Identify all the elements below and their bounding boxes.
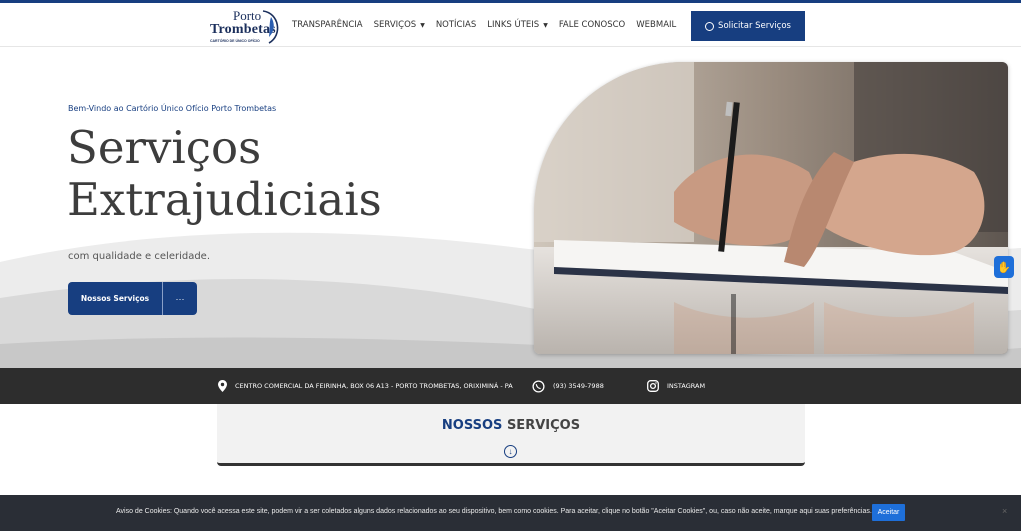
services-title-rest: SERVIÇOS xyxy=(502,418,581,433)
nav-servicos[interactable]: SERVIÇOS ▼ xyxy=(374,20,425,30)
hero-section: Bem-Vindo ao Cartório Único Ofício Porto… xyxy=(0,48,1021,368)
close-icon[interactable]: × xyxy=(1002,506,1007,516)
accessibility-hand-icon[interactable]: ✋ xyxy=(994,256,1014,278)
services-section-card: NOSSOS SERVIÇOS ↓ xyxy=(217,404,805,466)
site-logo[interactable]: Porto Trombetas CARTÓRIO DE ÚNICO OFÍCIO xyxy=(207,8,283,46)
hero-headline-line1: Serviços xyxy=(67,121,262,174)
hero-subline: com qualidade e celeridade. xyxy=(68,251,211,262)
address-item: CENTRO COMERCIAL DA FEIRINHA, BOX 06 A13… xyxy=(218,368,513,404)
hero-photo-signing xyxy=(534,62,1008,354)
chevron-down-icon: ▼ xyxy=(420,21,425,29)
solicitar-servicos-button[interactable]: Solicitar Serviços xyxy=(691,11,805,41)
arrow-down-circle-icon[interactable]: ↓ xyxy=(504,445,517,458)
main-nav: TRANSPARÊNCIA SERVIÇOS ▼ NOTÍCIAS LINKS Ú… xyxy=(292,20,687,30)
map-pin-icon xyxy=(218,380,227,392)
services-title-highlight: NOSSOS xyxy=(441,418,503,433)
site-header: Porto Trombetas CARTÓRIO DE ÚNICO OFÍCIO… xyxy=(0,3,1021,47)
nav-fale-conosco[interactable]: FALE CONOSCO xyxy=(559,20,625,30)
nav-webmail[interactable]: WEBMAIL xyxy=(636,20,676,30)
phone-item[interactable]: (93) 3549-7988 xyxy=(532,368,604,404)
nav-transparencia[interactable]: TRANSPARÊNCIA xyxy=(292,20,363,30)
cookie-notice-text: Aviso de Cookies: Quando você acessa est… xyxy=(116,508,872,515)
nossos-servicos-button[interactable]: Nossos Serviços xyxy=(68,282,162,315)
phone-text: (93) 3549-7988 xyxy=(553,382,604,390)
hero-kicker: Bem-Vindo ao Cartório Único Ofício Porto… xyxy=(68,104,277,113)
nav-links-uteis[interactable]: LINKS ÚTEIS ▼ xyxy=(487,20,548,30)
cookie-accept-button[interactable]: Aceitar xyxy=(872,504,905,521)
hero-headline: Serviços Extrajudiciais xyxy=(67,122,382,226)
instagram-icon xyxy=(647,380,659,392)
logo-quill-icon xyxy=(262,10,279,44)
hero-button-group: Nossos Serviços ··· xyxy=(68,282,197,315)
instagram-item[interactable]: INSTAGRAM xyxy=(647,368,705,404)
whatsapp-icon xyxy=(532,379,545,393)
more-button[interactable]: ··· xyxy=(163,282,197,315)
hero-headline-line2: Extrajudiciais xyxy=(67,173,382,226)
address-text: CENTRO COMERCIAL DA FEIRINHA, BOX 06 A13… xyxy=(235,382,513,390)
instagram-text: INSTAGRAM xyxy=(667,382,706,390)
nav-noticias[interactable]: NOTÍCIAS xyxy=(436,20,476,30)
cookie-banner: Aviso de Cookies: Quando você acessa est… xyxy=(0,495,1021,531)
contact-info-bar: CENTRO COMERCIAL DA FEIRINHA, BOX 06 A13… xyxy=(0,368,1021,404)
chevron-down-icon: ▼ xyxy=(543,21,548,29)
logo-tagline: CARTÓRIO DE ÚNICO OFÍCIO xyxy=(210,39,260,43)
services-title: NOSSOS SERVIÇOS xyxy=(217,418,805,433)
whatsapp-icon xyxy=(705,21,715,31)
cta-label: Solicitar Serviços xyxy=(718,21,791,31)
